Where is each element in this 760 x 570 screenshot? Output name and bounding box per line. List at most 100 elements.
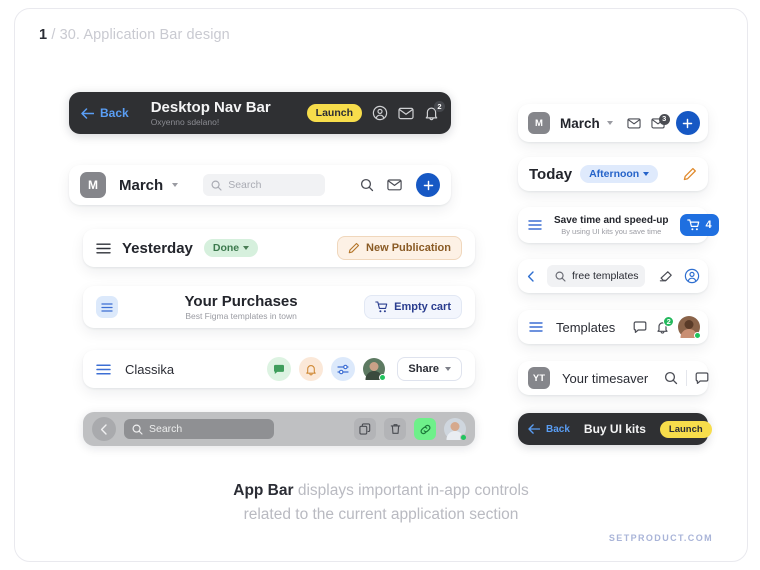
- status-dot: [460, 434, 467, 441]
- menu-icon: [101, 303, 113, 312]
- slide-number: 1: [39, 27, 47, 43]
- copy-icon: [359, 423, 371, 435]
- search-input[interactable]: Search: [124, 419, 274, 439]
- yesterday-title: Yesterday: [122, 240, 193, 257]
- add-button[interactable]: [676, 111, 700, 135]
- menu-icon[interactable]: [96, 364, 111, 375]
- purchases-subtitle: Best Figma templates in town: [185, 311, 297, 321]
- chat-button[interactable]: [267, 357, 291, 381]
- share-button[interactable]: Share: [397, 357, 462, 381]
- march-bar-right: M March 3: [518, 104, 708, 142]
- settings-button[interactable]: [331, 357, 355, 381]
- arrow-left-icon: [528, 424, 540, 434]
- pencil-icon[interactable]: [683, 167, 697, 181]
- march-bar: M March Search: [69, 165, 451, 205]
- menu-icon[interactable]: [529, 322, 543, 332]
- march-title: March: [560, 116, 600, 131]
- avatar[interactable]: YT: [528, 367, 550, 389]
- link-button[interactable]: [414, 418, 436, 440]
- today-bar: Today Afternoon: [518, 157, 708, 191]
- launch-button[interactable]: Launch: [660, 421, 712, 438]
- search-icon[interactable]: [664, 371, 678, 385]
- cart-button[interactable]: 4: [680, 214, 718, 236]
- chevron-down-icon: [643, 172, 649, 176]
- avatar-head: [451, 422, 460, 431]
- chat-icon: [273, 364, 285, 375]
- back-button[interactable]: Back: [528, 424, 570, 435]
- nav-title-block: Desktop Nav Bar Oxyenno sdelano!: [151, 99, 271, 127]
- buy-uikits-title: Buy UI kits: [584, 422, 646, 436]
- nav-subtitle: Oxyenno sdelano!: [151, 117, 271, 127]
- status-badge[interactable]: Done: [204, 239, 258, 257]
- launch-button[interactable]: Launch: [307, 104, 362, 122]
- notifications-button[interactable]: 2: [656, 320, 669, 334]
- delete-button[interactable]: [384, 418, 406, 440]
- search-icon[interactable]: [360, 178, 374, 192]
- grey-toolbar: Search: [83, 412, 475, 446]
- caption-line-1: App Bar displays important in-app contro…: [15, 479, 747, 503]
- trash-icon: [390, 423, 401, 435]
- mail-icon[interactable]: [398, 107, 414, 120]
- templates-title: Templates: [556, 320, 615, 335]
- notifications-button[interactable]: 2: [424, 105, 439, 121]
- chevron-down-icon[interactable]: [172, 183, 178, 187]
- search-placeholder: Search: [149, 423, 182, 435]
- search-input[interactable]: Search: [203, 174, 325, 196]
- launch-label: Launch: [316, 107, 353, 119]
- caption-rest: displays important in-app controls: [294, 482, 529, 499]
- avatar[interactable]: M: [80, 172, 106, 198]
- status-label: Done: [213, 242, 239, 254]
- march-title: March: [119, 177, 163, 194]
- chat-icon[interactable]: [633, 321, 647, 334]
- purchases-title-block: Your Purchases Best Figma templates in t…: [185, 293, 298, 321]
- empty-cart-label: Empty cart: [394, 301, 451, 313]
- user-circle-icon[interactable]: [372, 105, 388, 121]
- slide-page: 1 / 30. Application Bar design Back Desk…: [0, 0, 760, 570]
- cart-count: 4: [705, 219, 711, 231]
- classika-bar: Classika: [83, 350, 475, 388]
- launch-label: Launch: [669, 424, 703, 435]
- avatar[interactable]: [363, 358, 385, 380]
- add-button[interactable]: [416, 173, 440, 197]
- buy-uikits-bar: Back Buy UI kits Launch: [518, 413, 708, 445]
- cart-icon: [375, 301, 388, 313]
- back-button[interactable]: Back: [81, 106, 129, 120]
- menu-icon[interactable]: [96, 243, 111, 254]
- slide-title: / 30. Application Bar design: [51, 27, 230, 43]
- mail-icon[interactable]: [627, 118, 641, 129]
- avatar[interactable]: M: [528, 112, 550, 134]
- back-button[interactable]: [92, 417, 116, 441]
- nav-title: Desktop Nav Bar: [151, 99, 271, 116]
- chevron-left-icon[interactable]: [527, 271, 535, 282]
- chevron-down-icon[interactable]: [607, 121, 613, 125]
- templates-search-bar: free templates: [518, 259, 708, 293]
- mail-icon[interactable]: [387, 179, 402, 191]
- caption-line-2: related to the current application secti…: [15, 503, 747, 527]
- user-circle-icon[interactable]: [684, 268, 700, 284]
- chevron-down-icon: [243, 246, 249, 250]
- chat-icon[interactable]: [695, 372, 709, 385]
- savetime-title-block: Save time and speed-up By using UI kits …: [554, 215, 668, 236]
- new-publication-button[interactable]: New Publication: [337, 236, 462, 260]
- period-label: Afternoon: [589, 168, 639, 180]
- period-badge[interactable]: Afternoon: [580, 165, 658, 183]
- desktop-nav-bar: Back Desktop Nav Bar Oxyenno sdelano! La…: [69, 92, 451, 134]
- inbox-button[interactable]: 3: [651, 118, 665, 129]
- bell-button[interactable]: [299, 357, 323, 381]
- pencil-icon: [348, 242, 360, 254]
- menu-button[interactable]: [96, 296, 118, 318]
- search-input[interactable]: free templates: [547, 265, 645, 287]
- classika-title: Classika: [125, 362, 174, 377]
- status-dot: [379, 374, 386, 381]
- search-icon: [132, 424, 143, 435]
- chevron-left-icon: [100, 424, 108, 435]
- menu-icon[interactable]: [528, 220, 542, 230]
- divider: [686, 370, 687, 386]
- eraser-icon[interactable]: [659, 270, 673, 283]
- copy-button[interactable]: [354, 418, 376, 440]
- avatar[interactable]: [444, 418, 466, 440]
- empty-cart-button[interactable]: Empty cart: [364, 295, 462, 319]
- search-icon: [555, 271, 566, 282]
- caption: App Bar displays important in-app contro…: [15, 479, 747, 527]
- avatar[interactable]: [678, 316, 700, 338]
